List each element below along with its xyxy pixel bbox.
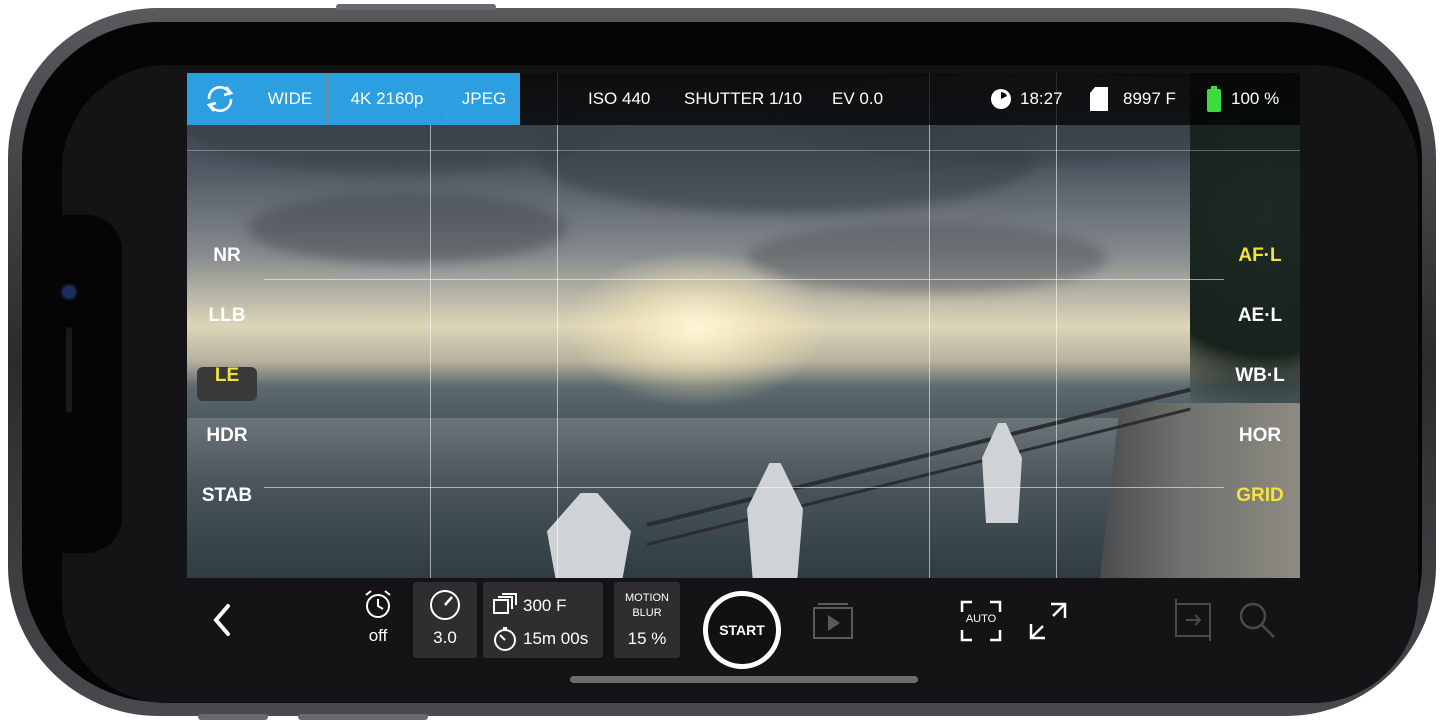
format-button[interactable]: JPEG <box>448 73 520 125</box>
zoom-button[interactable] <box>1237 600 1277 645</box>
grid-line <box>187 150 1300 151</box>
mode-nr[interactable]: NR <box>187 245 267 267</box>
mode-stab[interactable]: STAB <box>187 485 267 507</box>
auto-focus-button[interactable]: AUTO <box>960 600 1002 642</box>
timer-button[interactable]: off <box>358 588 398 646</box>
grid-line <box>430 73 431 578</box>
play-gallery-icon <box>813 603 853 639</box>
motion-blur-label: BLUR <box>632 607 662 619</box>
auto-label: AUTO <box>965 613 997 625</box>
app-screen: WIDE 4K 2160p JPEG ISO 440 SHUTTER 1/10 … <box>62 65 1418 703</box>
alarm-clock-icon <box>365 590 391 618</box>
frames-value: 300 F <box>523 596 567 615</box>
switch-camera-button[interactable] <box>187 73 253 125</box>
grid-line <box>929 73 930 578</box>
speaker-grille <box>66 327 72 413</box>
grid-line <box>264 279 1224 280</box>
phone-frame: WIDE 4K 2160p JPEG ISO 440 SHUTTER 1/10 … <box>8 4 1436 720</box>
top-status-bar: WIDE 4K 2160p JPEG ISO 440 SHUTTER 1/10 … <box>187 73 1300 125</box>
frames-stack-icon <box>493 593 517 614</box>
home-indicator[interactable] <box>570 676 918 683</box>
speed-button[interactable]: 3.0 <box>413 582 477 658</box>
duration-value: 15m 00s <box>523 629 589 648</box>
ev-value[interactable]: EV 0.0 <box>832 73 883 125</box>
grid-line <box>264 487 1224 488</box>
sun-glow <box>567 248 827 408</box>
chevron-left-icon <box>213 604 230 636</box>
battery-icon <box>1207 73 1221 125</box>
mode-llb[interactable]: LLB <box>187 305 267 327</box>
phone-bezel: WIDE 4K 2160p JPEG ISO 440 SHUTTER 1/10 … <box>22 22 1422 703</box>
grid-toggle[interactable]: GRID <box>1220 485 1300 507</box>
side-button <box>198 714 268 720</box>
expand-arrows-icon <box>1029 602 1067 640</box>
volume-button <box>336 4 496 10</box>
lock-ae[interactable]: AE·L <box>1220 305 1300 327</box>
frames-duration-button[interactable]: 300 F 15m 00s <box>483 582 603 658</box>
rotate-arrows-icon <box>206 86 234 112</box>
bottom-toolbar: off 3.0 300 F 15m 00s MOTION BLUR 15 % S… <box>62 578 1418 703</box>
clock-icon <box>990 73 1012 125</box>
gauge-icon <box>430 590 460 620</box>
mode-le[interactable]: LE <box>187 365 267 387</box>
iso-value[interactable]: ISO 440 <box>588 73 650 125</box>
back-button[interactable] <box>208 600 236 645</box>
motion-blur-label: MOTION <box>625 592 669 604</box>
camera-viewfinder[interactable] <box>187 73 1300 578</box>
picture-in-picture-icon <box>1175 599 1211 641</box>
expand-button[interactable] <box>1027 600 1069 647</box>
cloud-shape <box>247 193 567 263</box>
speed-value: 3.0 <box>433 628 457 647</box>
lock-af[interactable]: AF·L <box>1220 245 1300 267</box>
shutter-value[interactable]: SHUTTER 1/10 <box>684 73 802 125</box>
pip-button[interactable] <box>1170 598 1216 647</box>
time-value: 18:27 <box>1020 89 1063 108</box>
grid-line <box>1056 73 1057 578</box>
resolution-button[interactable]: 4K 2160p <box>327 73 447 125</box>
mode-hdr[interactable]: HDR <box>187 425 267 447</box>
side-button <box>298 714 428 720</box>
motion-blur-button[interactable]: MOTION BLUR 15 % <box>614 582 680 658</box>
battery-level: 100 % <box>1231 89 1280 108</box>
horizon-toggle[interactable]: HOR <box>1220 425 1300 447</box>
sd-card-icon <box>1090 73 1108 125</box>
grid-line <box>557 73 558 578</box>
stopwatch-icon <box>494 627 516 651</box>
front-camera <box>62 285 76 299</box>
lock-wb[interactable]: WB·L <box>1220 365 1300 387</box>
magnifier-icon <box>1239 602 1275 638</box>
lens-button[interactable]: WIDE <box>254 73 326 125</box>
start-button[interactable]: START <box>703 591 781 669</box>
frames-remaining: 8997 F <box>1123 89 1176 108</box>
motion-blur-value: 15 % <box>627 629 667 648</box>
gallery-button[interactable] <box>812 602 854 645</box>
timer-value: off <box>368 626 388 645</box>
